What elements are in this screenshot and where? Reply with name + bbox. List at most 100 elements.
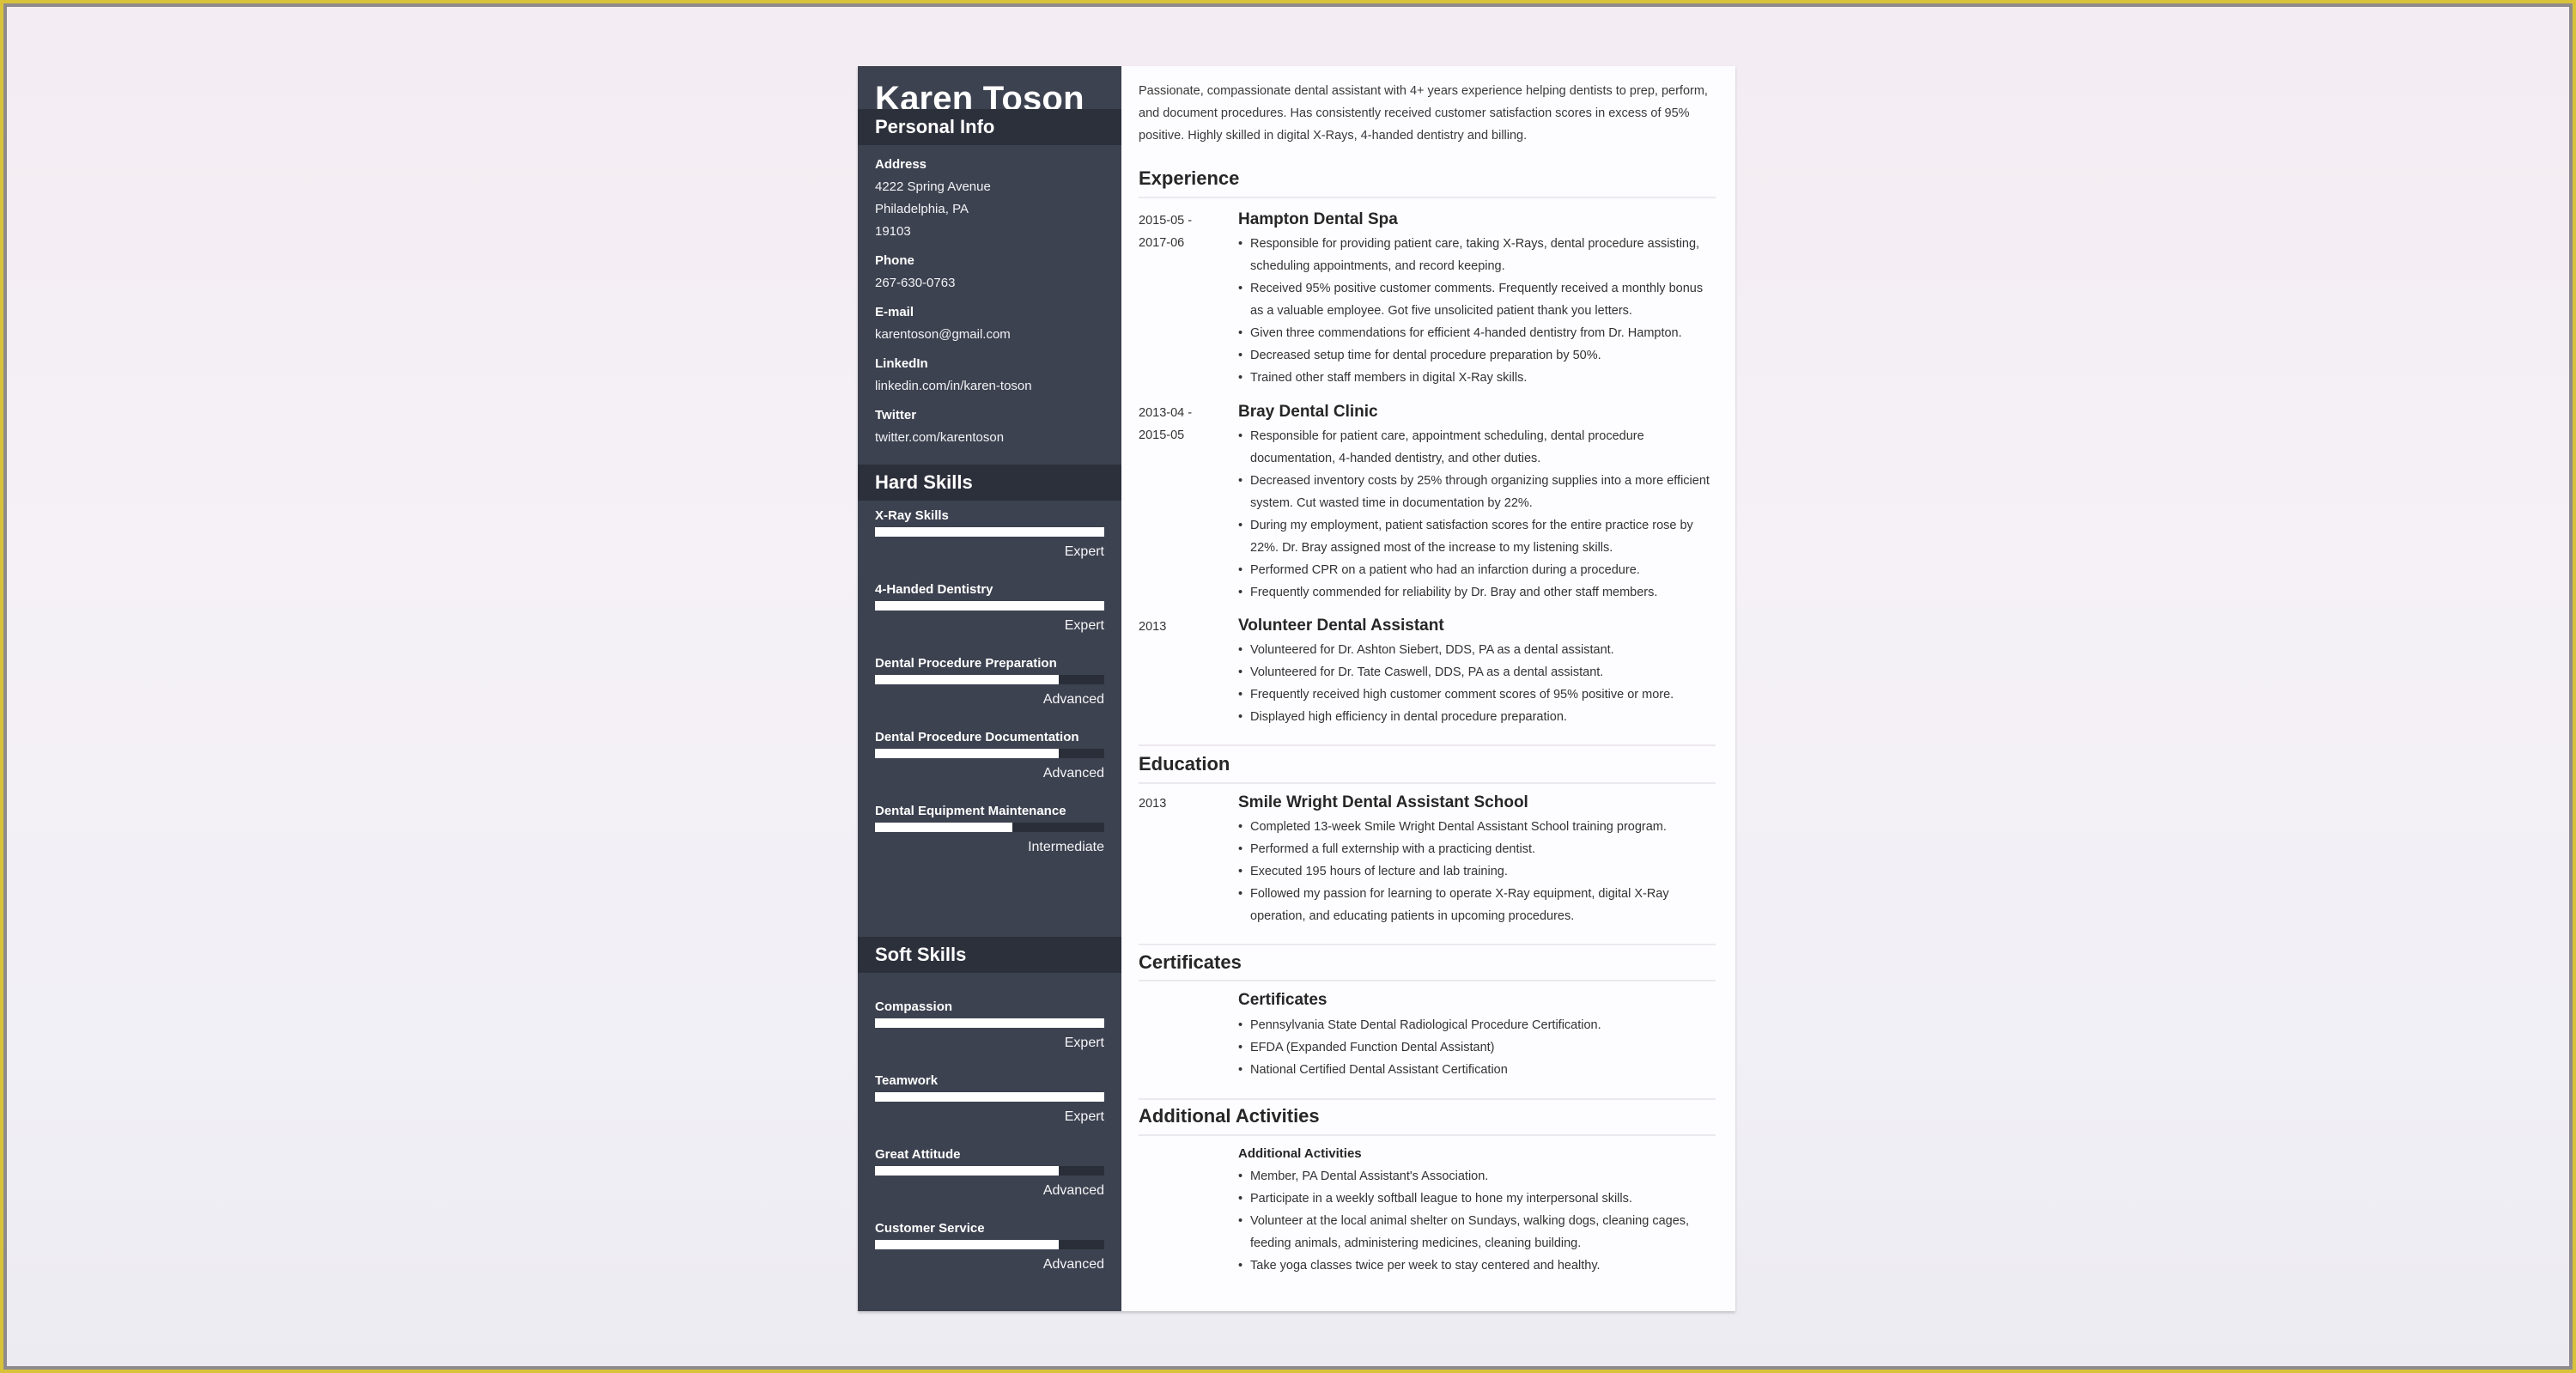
bullet-item: National Certified Dental Assistant Cert… bbox=[1238, 1059, 1719, 1081]
bullet-item: Performed CPR on a patient who had an in… bbox=[1238, 559, 1719, 581]
certificates-subheading: Certificates bbox=[1238, 991, 1327, 1009]
section-divider bbox=[1139, 744, 1716, 746]
bullet-item: Completed 13-week Smile Wright Dental As… bbox=[1238, 816, 1719, 838]
skill-level-label: Advanced bbox=[1042, 692, 1104, 707]
bullet-item: Volunteered for Dr. Tate Caswell, DDS, P… bbox=[1238, 661, 1719, 683]
personal-info-heading: Personal Info bbox=[858, 109, 1121, 145]
education-heading: Education bbox=[1139, 753, 1230, 775]
experience-heading: Experience bbox=[1139, 167, 1240, 189]
entry-date: 2013 bbox=[1139, 797, 1167, 811]
profile-summary: Passionate, compassionate dental assista… bbox=[1139, 84, 1708, 143]
skill-level-fill bbox=[875, 1092, 1104, 1102]
skill-level-label: Advanced bbox=[1042, 1183, 1104, 1198]
skill-level-label: Intermediate bbox=[1028, 840, 1104, 854]
section-divider bbox=[1139, 782, 1716, 784]
skill-level-bar bbox=[875, 527, 1104, 537]
skill-level-label: Advanced bbox=[1042, 1257, 1104, 1272]
bullet-item: Trained other staff members in digital X… bbox=[1238, 367, 1719, 389]
linkedin-label: LinkedIn bbox=[875, 356, 928, 371]
skill-name: Dental Procedure Documentation bbox=[875, 730, 1079, 744]
address-line-3: 19103 bbox=[875, 224, 911, 239]
resume-document: Karen Toson Dental Assistant Personal In… bbox=[858, 66, 1735, 1311]
entry-title: Volunteer Dental Assistant bbox=[1238, 617, 1444, 635]
bullet-item: Take yoga classes twice per week to stay… bbox=[1238, 1255, 1719, 1277]
bullet-item: EFDA (Expanded Function Dental Assistant… bbox=[1238, 1036, 1719, 1059]
skill-level-bar bbox=[875, 823, 1104, 832]
bullet-item: Member, PA Dental Assistant's Associatio… bbox=[1238, 1165, 1719, 1188]
bullet-item: Received 95% positive customer comments.… bbox=[1238, 277, 1719, 322]
skill-level-bar bbox=[875, 749, 1104, 758]
skill-level-fill bbox=[875, 823, 1013, 832]
email-value[interactable]: karentoson@gmail.com bbox=[875, 327, 1011, 342]
skill-name: 4-Handed Dentistry bbox=[875, 582, 993, 597]
linkedin-value[interactable]: linkedin.com/in/karen-toson bbox=[875, 379, 1032, 393]
bullet-item: Pennsylvania State Dental Radiological P… bbox=[1238, 1014, 1719, 1036]
skill-level-label: Advanced bbox=[1042, 766, 1104, 781]
bullet-item: Responsible for providing patient care, … bbox=[1238, 233, 1719, 277]
bullet-item: Participate in a weekly softball league … bbox=[1238, 1188, 1719, 1210]
skill-level-bar bbox=[875, 1166, 1104, 1176]
skill-level-fill bbox=[875, 1166, 1059, 1176]
bullet-item: Decreased inventory costs by 25% through… bbox=[1238, 470, 1719, 514]
activities-list: Member, PA Dental Assistant's Associatio… bbox=[1238, 1165, 1719, 1277]
email-label: E-mail bbox=[875, 305, 914, 319]
hard-skills-heading: Hard Skills bbox=[858, 465, 1121, 501]
skill-name: X-Ray Skills bbox=[875, 508, 949, 523]
skill-level-bar bbox=[875, 601, 1104, 611]
skill-level-label: Expert bbox=[1064, 1036, 1104, 1050]
certificates-list: Pennsylvania State Dental Radiological P… bbox=[1238, 1014, 1719, 1081]
address-line-1: 4222 Spring Avenue bbox=[875, 179, 991, 194]
bullet-item: Followed my passion for learning to oper… bbox=[1238, 883, 1719, 927]
bullet-item: During my employment, patient satisfacti… bbox=[1238, 514, 1719, 559]
entry-bullets: Completed 13-week Smile Wright Dental As… bbox=[1238, 816, 1719, 927]
skill-name: Compassion bbox=[875, 999, 953, 1014]
section-divider bbox=[1139, 197, 1716, 198]
skill-level-fill bbox=[875, 601, 1104, 611]
bullet-item: Performed a full externship with a pract… bbox=[1238, 838, 1719, 860]
bullet-item: Volunteered for Dr. Ashton Siebert, DDS,… bbox=[1238, 639, 1719, 661]
address-label: Address bbox=[875, 157, 927, 172]
entry-title: Bray Dental Clinic bbox=[1238, 403, 1378, 421]
skill-level-fill bbox=[875, 749, 1059, 758]
twitter-label: Twitter bbox=[875, 408, 917, 422]
bullet-item: Given three commendations for efficient … bbox=[1238, 322, 1719, 344]
phone-value: 267-630-0763 bbox=[875, 276, 956, 290]
skill-level-fill bbox=[875, 675, 1059, 684]
entry-date-start: 2015-05 - bbox=[1139, 214, 1193, 228]
skill-level-bar bbox=[875, 1018, 1104, 1028]
section-divider bbox=[1139, 1098, 1716, 1100]
bullet-item: Volunteer at the local animal shelter on… bbox=[1238, 1210, 1719, 1255]
activities-heading: Additional Activities bbox=[1139, 1105, 1320, 1127]
certificates-heading: Certificates bbox=[1139, 951, 1242, 973]
entry-date-end: 2015-05 bbox=[1139, 428, 1185, 442]
activities-subheading: Additional Activities bbox=[1238, 1146, 1362, 1161]
section-divider bbox=[1139, 1134, 1716, 1136]
resume-sidebar: Karen Toson Dental Assistant Personal In… bbox=[858, 66, 1121, 1311]
entry-title: Hampton Dental Spa bbox=[1238, 210, 1398, 228]
skill-level-label: Expert bbox=[1064, 544, 1104, 559]
soft-skills-heading: Soft Skills bbox=[858, 937, 1121, 973]
skill-name: Dental Procedure Preparation bbox=[875, 656, 1057, 671]
phone-label: Phone bbox=[875, 253, 914, 268]
entry-bullets: Responsible for patient care, appointmen… bbox=[1238, 425, 1719, 604]
twitter-value[interactable]: twitter.com/karentoson bbox=[875, 430, 1004, 445]
entry-bullets: Responsible for providing patient care, … bbox=[1238, 233, 1719, 389]
section-divider bbox=[1139, 944, 1716, 945]
skill-level-bar bbox=[875, 1240, 1104, 1249]
entry-date-start: 2013-04 - bbox=[1139, 406, 1193, 420]
entry-bullets: Volunteered for Dr. Ashton Siebert, DDS,… bbox=[1238, 639, 1719, 728]
section-divider bbox=[1139, 980, 1716, 981]
skill-name: Customer Service bbox=[875, 1221, 985, 1236]
bullet-item: Displayed high efficiency in dental proc… bbox=[1238, 706, 1719, 728]
skill-level-label: Expert bbox=[1064, 1109, 1104, 1124]
bullet-item: Frequently commended for reliability by … bbox=[1238, 581, 1719, 604]
skill-level-fill bbox=[875, 1018, 1104, 1028]
bullet-item: Decreased setup time for dental procedur… bbox=[1238, 344, 1719, 367]
bullet-item: Frequently received high customer commen… bbox=[1238, 683, 1719, 706]
entry-title: Smile Wright Dental Assistant School bbox=[1238, 793, 1528, 811]
skill-name: Great Attitude bbox=[875, 1147, 961, 1162]
resume-main: Passionate, compassionate dental assista… bbox=[1121, 66, 1735, 1311]
skill-level-label: Expert bbox=[1064, 618, 1104, 633]
skill-name: Dental Equipment Maintenance bbox=[875, 804, 1066, 818]
skill-name: Teamwork bbox=[875, 1073, 939, 1088]
